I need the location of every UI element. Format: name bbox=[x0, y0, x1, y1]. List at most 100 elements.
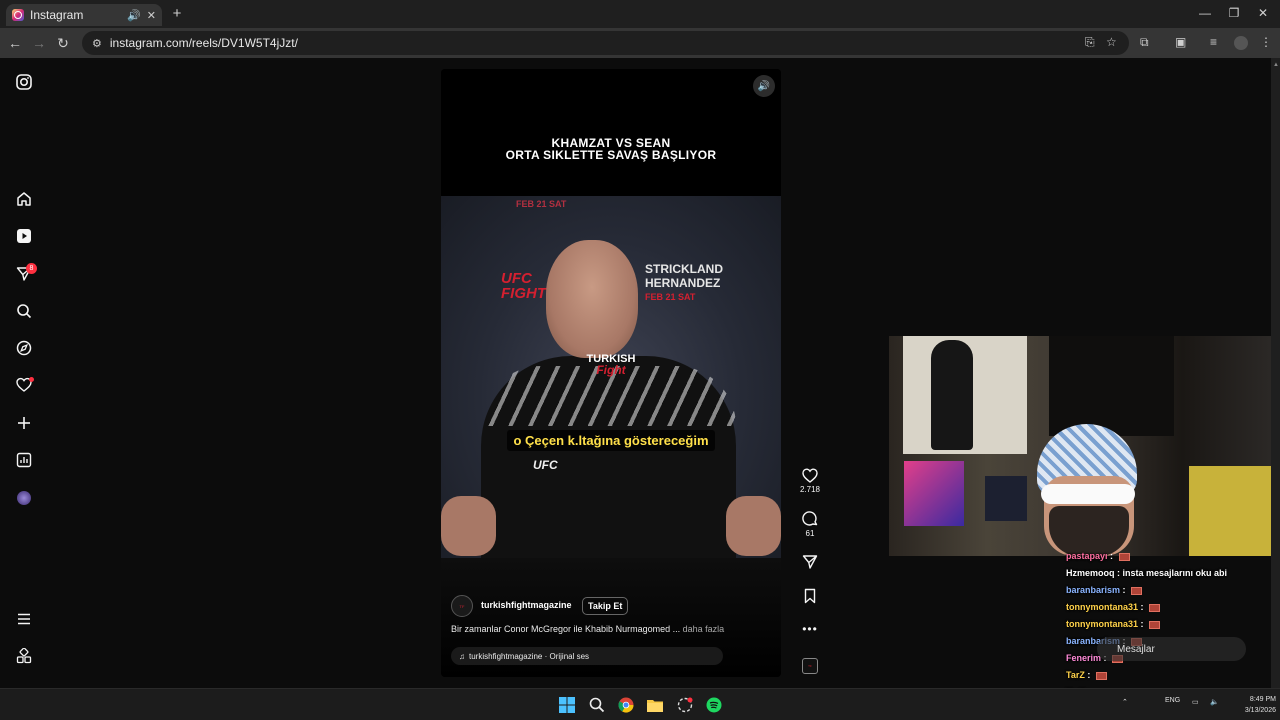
chat-username[interactable]: tonnymontana31 bbox=[1066, 602, 1138, 612]
close-window-button[interactable]: ✕ bbox=[1248, 4, 1278, 22]
save-action[interactable] bbox=[796, 588, 824, 604]
reel-video-frame[interactable]: FEB 21 SAT UFC FIGHT STRICKLAND HERNANDE… bbox=[441, 196, 781, 558]
network-icon[interactable]: ▭ bbox=[1192, 698, 1199, 706]
chat-username[interactable]: Fenerim bbox=[1066, 653, 1101, 663]
backdrop-date-text: FEB 21 SAT bbox=[516, 199, 567, 209]
chat-message: tonnymontana31 : bbox=[1066, 619, 1161, 629]
tray-chevron-icon[interactable]: ⌃ bbox=[1122, 698, 1128, 706]
messages-label: Mesajlar bbox=[1117, 643, 1155, 655]
home-icon[interactable] bbox=[14, 189, 34, 209]
instagram-logo-icon[interactable] bbox=[14, 72, 34, 92]
audio-track-pill[interactable]: ♫ turkishfightmagazine · Orijinal ses bbox=[451, 647, 723, 665]
chat-username[interactable]: tonnymontana31 bbox=[1066, 619, 1138, 629]
speaker-head bbox=[546, 240, 638, 358]
profile-avatar[interactable] bbox=[1234, 36, 1248, 50]
comment-action[interactable]: 61 bbox=[796, 511, 824, 538]
chrome-icon[interactable] bbox=[617, 696, 635, 714]
chat-separator: : bbox=[1120, 585, 1129, 595]
language-indicator[interactable]: ENG bbox=[1165, 697, 1180, 704]
restore-button[interactable]: ❐ bbox=[1219, 4, 1249, 22]
reel-player[interactable]: KHAMZAT VS SEAN ORTA SIKLETTE SAVAŞ BAŞL… bbox=[441, 69, 781, 677]
chat-username[interactable]: Hzmemooq bbox=[1066, 568, 1115, 578]
chat-emote-icon bbox=[1131, 586, 1143, 595]
spotify-icon[interactable] bbox=[705, 696, 723, 714]
page-scrollbar[interactable] bbox=[1271, 58, 1280, 688]
chat-username[interactable]: baranbarism bbox=[1066, 585, 1120, 595]
file-explorer-icon[interactable] bbox=[646, 696, 664, 714]
like-heart-icon[interactable] bbox=[802, 468, 818, 483]
chat-username[interactable]: pastapayı bbox=[1066, 551, 1108, 561]
shirt-logo: UFC bbox=[533, 458, 558, 472]
share-send-icon[interactable] bbox=[802, 554, 818, 570]
tab-close-icon[interactable]: ✕ bbox=[147, 9, 156, 22]
forward-arrow-icon[interactable]: → bbox=[29, 33, 49, 53]
volume-icon[interactable]: 🔈 bbox=[1210, 698, 1219, 706]
share-action[interactable] bbox=[796, 554, 824, 570]
more-options-icon[interactable]: ••• bbox=[796, 622, 824, 636]
follow-button[interactable]: Takip Et bbox=[582, 597, 629, 615]
speaker-right-hand bbox=[726, 496, 781, 556]
bookmark-star-icon[interactable]: ☆ bbox=[1106, 35, 1117, 49]
browser-titlebar: Instagram 🔊 ✕ + — ❐ ✕ ← → ↻ ⚙ instagram.… bbox=[0, 0, 1280, 58]
chat-message: Hzmemooq : insta mesajlarını oku abi bbox=[1066, 568, 1227, 578]
split-view-icon[interactable]: ▣ bbox=[1175, 35, 1186, 49]
tab-audio-icon[interactable]: 🔊 bbox=[127, 9, 141, 22]
extensions-icon[interactable]: ⧉ bbox=[1140, 35, 1149, 50]
reel-info-panel: TF turkishfightmagazine Takip Et Bir zam… bbox=[441, 558, 781, 677]
more-link[interactable]: daha fazla bbox=[683, 624, 725, 634]
address-bar[interactable]: ⚙ instagram.com/reels/DV1W5T4jJzt/ bbox=[82, 31, 1129, 55]
headline-line-2: ORTA SIKLETTE SAVAŞ BAŞLIYOR bbox=[505, 148, 717, 162]
create-plus-icon[interactable] bbox=[14, 413, 34, 433]
audio-thumbnail[interactable]: TF bbox=[802, 658, 818, 674]
taskbar-search-icon[interactable] bbox=[588, 696, 606, 714]
like-count: 2.718 bbox=[799, 485, 821, 494]
reels-icon[interactable] bbox=[14, 226, 34, 246]
messages-bar[interactable]: Mesajlar bbox=[1097, 637, 1246, 661]
scroll-up-arrow-icon[interactable]: ▲ bbox=[1273, 62, 1279, 70]
webcam-dark-area bbox=[1049, 336, 1174, 436]
minimize-button[interactable]: — bbox=[1190, 4, 1220, 22]
wall-poster-colorful bbox=[904, 461, 964, 526]
browser-toolbar: ← → ↻ ⚙ instagram.com/reels/DV1W5T4jJzt/… bbox=[0, 28, 1280, 58]
author-username[interactable]: turkishfightmagazine bbox=[481, 600, 572, 610]
event-line3: FEB 21 SAT bbox=[645, 292, 696, 302]
url-text: instagram.com/reels/DV1W5T4jJzt/ bbox=[109, 36, 298, 50]
search-icon[interactable] bbox=[14, 301, 34, 321]
bookmark-icon[interactable] bbox=[802, 588, 818, 604]
install-app-icon[interactable]: ⎘ bbox=[1085, 35, 1095, 50]
chat-message: TarZ : bbox=[1066, 670, 1107, 680]
profile-avatar-icon[interactable] bbox=[14, 488, 34, 508]
browser-menu-icon[interactable]: ⋮ bbox=[1260, 35, 1272, 49]
description-text: Bir zamanlar Conor McGregor ile Khabib N… bbox=[451, 624, 681, 634]
reel-headline: KHAMZAT VS SEAN ORTA SIKLETTE SAVAŞ BAŞL… bbox=[441, 137, 781, 161]
back-arrow-icon[interactable]: ← bbox=[5, 33, 25, 53]
instagram-favicon-icon bbox=[12, 9, 24, 21]
chat-separator: : bbox=[1138, 602, 1147, 612]
windows-taskbar: ⌃ ENG ▭ 🔈 8:49 PM 3/13/2026 bbox=[0, 688, 1280, 720]
dashboard-icon[interactable] bbox=[14, 450, 34, 470]
also-from-meta-icon[interactable] bbox=[14, 646, 34, 666]
comment-count: 61 bbox=[805, 529, 815, 538]
system-clock[interactable]: 8:49 PM 3/13/2026 bbox=[1226, 694, 1276, 716]
more-menu-icon[interactable] bbox=[14, 609, 34, 629]
comment-bubble-icon[interactable] bbox=[802, 511, 818, 527]
explore-icon[interactable] bbox=[14, 338, 34, 358]
chat-emote-icon bbox=[1149, 620, 1161, 629]
browser-tab-instagram[interactable]: Instagram 🔊 ✕ bbox=[6, 4, 162, 26]
reading-list-icon[interactable]: ≡ bbox=[1210, 35, 1217, 49]
streamer-sunglasses bbox=[1041, 484, 1135, 504]
mute-toggle-button[interactable]: 🔊 bbox=[753, 75, 775, 97]
new-tab-button[interactable]: + bbox=[168, 4, 186, 22]
reload-icon[interactable]: ↻ bbox=[53, 33, 73, 53]
wall-poster-large bbox=[903, 336, 1027, 454]
chat-username[interactable]: TarZ bbox=[1066, 670, 1085, 680]
site-info-icon[interactable]: ⚙ bbox=[92, 37, 102, 50]
reel-header-area: KHAMZAT VS SEAN ORTA SIKLETTE SAVAŞ BAŞL… bbox=[441, 69, 781, 196]
author-avatar[interactable]: TF bbox=[451, 595, 473, 617]
notifications-dot bbox=[29, 377, 34, 382]
chat-separator: : bbox=[1084, 670, 1093, 680]
windows-start-icon[interactable] bbox=[558, 696, 576, 714]
like-action[interactable]: 2.718 bbox=[796, 468, 824, 494]
chat-separator: : bbox=[1107, 551, 1116, 561]
discord-like-app-icon[interactable] bbox=[676, 696, 694, 714]
